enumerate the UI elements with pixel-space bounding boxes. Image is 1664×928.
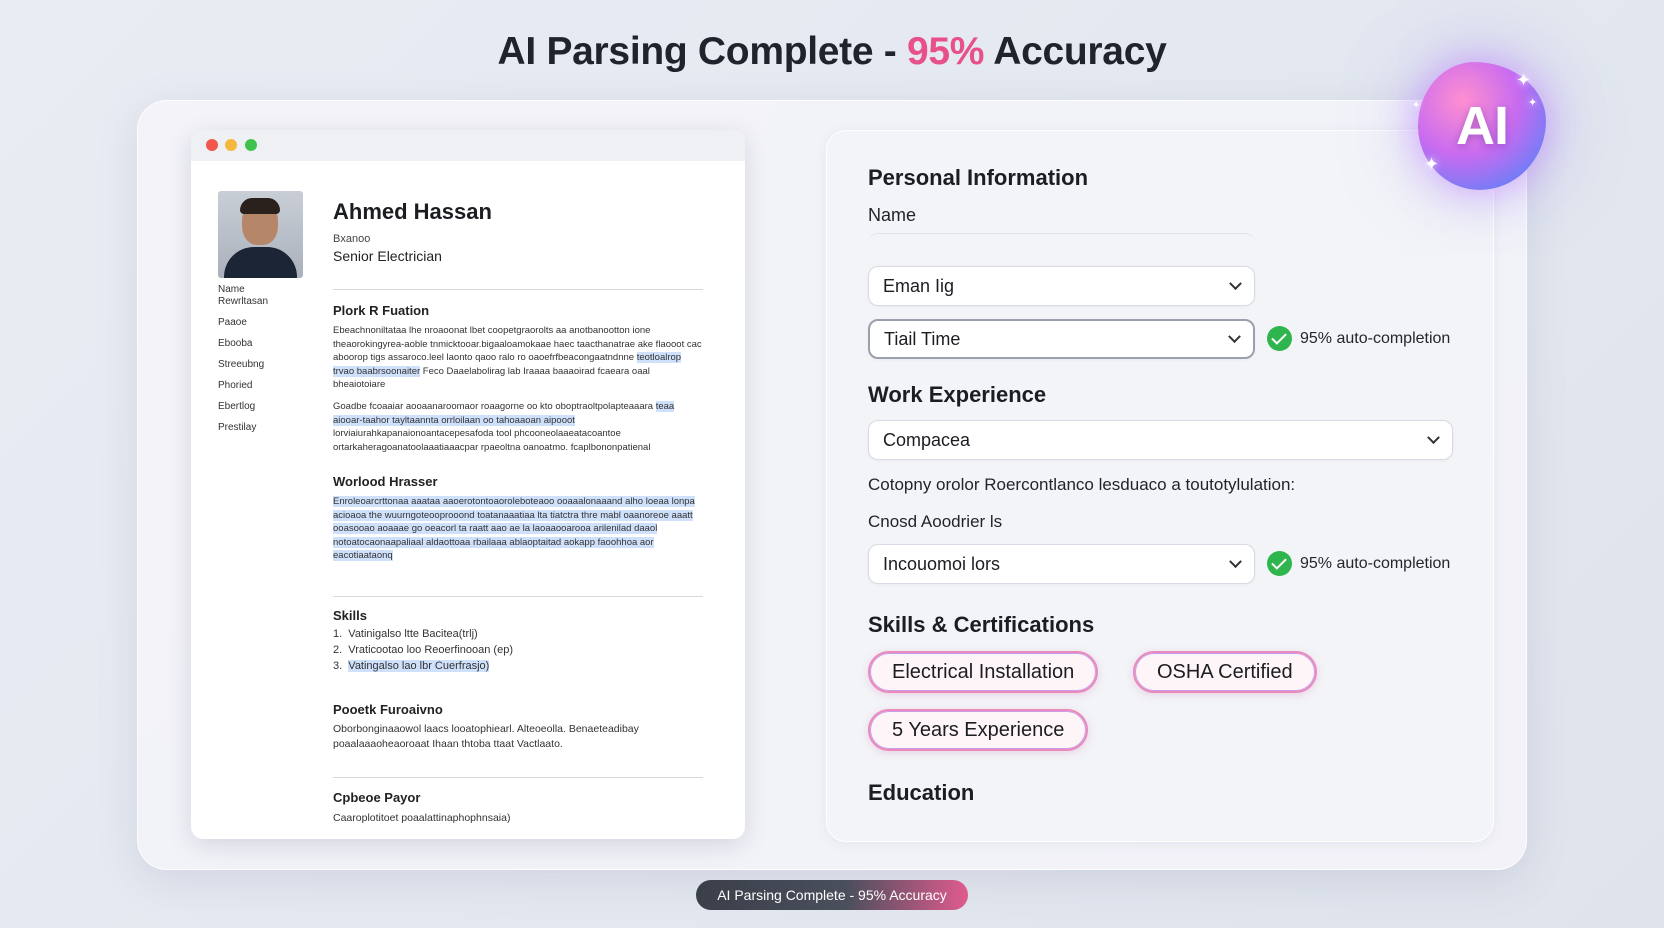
side-label: Phoried: [218, 380, 253, 391]
section-title-personal: Personal Information: [868, 165, 1089, 190]
resume-paragraph: Caaroplotitoet poaalattinaphophnsaia): [333, 812, 511, 824]
headline-prefix: AI Parsing Complete -: [497, 30, 907, 73]
side-label: Prestilay: [218, 422, 257, 433]
chevron-down-icon: [1229, 554, 1242, 568]
resume-section-title: Plork R Fuation: [333, 303, 430, 318]
resume-section-title: Cpbeoe Payor: [333, 790, 421, 805]
select-value: Compacea: [883, 429, 971, 450]
sparkle-icon: ✦: [1516, 70, 1532, 90]
divider: [333, 289, 703, 290]
window-titlebar: [191, 130, 745, 161]
select-value: Incouomoi lors: [883, 553, 1001, 574]
chevron-down-icon: [1427, 430, 1440, 444]
close-window-dot[interactable]: [206, 139, 218, 151]
side-label: Ebooba: [218, 338, 253, 349]
profile-photo: [218, 191, 303, 278]
badge-text: 95% auto-completion: [1300, 329, 1451, 347]
badge-text: 95% auto-completion: [1300, 554, 1451, 572]
time-select[interactable]: Tiail Time: [868, 319, 1255, 359]
skill-chip[interactable]: OSHA Certified: [1133, 651, 1317, 693]
email-select[interactable]: Eman Iig: [868, 266, 1255, 306]
divider: [333, 596, 703, 597]
sparkle-icon: ✦: [1424, 154, 1440, 174]
section-title-skills: Skills & Certifications: [868, 612, 1095, 637]
resume-paragraph: Goadbe fcoaaiar aooaanaroomaor roaagorne…: [333, 400, 703, 454]
select-value: Tiail Time: [884, 328, 961, 349]
section-title-education: Education: [868, 780, 975, 805]
side-label: Ebertlog: [218, 401, 256, 412]
page-headline: AI Parsing Complete - 95% Accuracy: [0, 30, 1664, 74]
skill-chip[interactable]: Electrical Installation: [868, 651, 1099, 693]
name-field[interactable]: [868, 233, 1255, 247]
resume-section-title: Pooetk Furoaivno: [333, 702, 443, 717]
side-label: Paaoe: [218, 317, 247, 328]
resume-role: Senior Electrician: [333, 248, 442, 264]
chevron-down-icon: [1228, 329, 1241, 343]
list-item: 1. Vatinigalso ltte Bacitea(trlj): [333, 628, 478, 640]
resume-skill-list: 1. Vatinigalso ltte Bacitea(trlj) 2. Vra…: [333, 626, 513, 674]
resume-side-labels: Name Rewrltasan Paaoe Ebooba Streeubng P…: [218, 284, 308, 443]
check-circle-icon: [1267, 326, 1292, 351]
divider: [333, 777, 703, 778]
chevron-down-icon: [1229, 276, 1242, 290]
resume-name: Ahmed Hassan: [333, 199, 492, 224]
status-pill: AI Parsing Complete - 95% Accuracy: [696, 880, 968, 910]
list-item: 3. Vatingalso lao lbr Cuerfrasjo): [333, 660, 490, 672]
ai-badge-label: AI: [1456, 96, 1509, 156]
headline-accuracy: 95%: [907, 30, 985, 73]
select-value: Eman Iig: [883, 275, 955, 296]
side-label: Streeubng: [218, 359, 265, 370]
resume-window: Name Rewrltasan Paaoe Ebooba Streeubng P…: [191, 130, 745, 839]
list-item: 2. Vraticootao loo Reoerfinooan (ep): [333, 644, 513, 656]
side-label: Rewrltasan: [218, 296, 269, 307]
skill-chip[interactable]: 5 Years Experience: [868, 709, 1089, 751]
company-note: Cotopny orolor Roercontlanco lesduaco a …: [868, 475, 1296, 494]
resume-paragraph: Enroleoarcrttonaa aaataa aaoerotontoaoro…: [333, 495, 703, 563]
headline-suffix: Accuracy: [984, 30, 1167, 73]
resume-subtitle: Bxanoo: [333, 233, 371, 245]
income-select[interactable]: Incouomoi lors: [868, 544, 1255, 584]
resume-section-title: Skills: [333, 608, 367, 623]
check-circle-icon: [1267, 551, 1292, 576]
cased-label: Cnosd Aoodrier ls: [868, 512, 1003, 531]
resume-paragraph: Ebeachnoniltataa lhe nroaoonat lbet coop…: [333, 324, 703, 392]
maximize-window-dot[interactable]: [245, 139, 257, 151]
resume-section-title: Worlood Hrasser: [333, 474, 438, 489]
minimize-window-dot[interactable]: [225, 139, 237, 151]
paragraph-text: Goadbe fcoaaiar aooaanaroomaor roaagorne…: [333, 401, 654, 412]
auto-completion-badge: 95% auto-completion: [1267, 326, 1450, 351]
side-label: Name: [218, 284, 245, 295]
sparkle-icon: ✦: [1412, 100, 1421, 111]
company-select[interactable]: Compacea: [868, 420, 1453, 460]
highlighted-text: Enroleoarcrttonaa aaataa aaoerotontoaoro…: [333, 496, 695, 561]
name-label: Name: [868, 205, 917, 225]
resume-paragraph: Oborbonginaaowol laacs looatophiearl. Al…: [333, 723, 639, 750]
paragraph-text: fcaplbononpatienal: [570, 441, 651, 453]
auto-completion-badge: 95% auto-completion: [1267, 551, 1450, 576]
sparkle-icon: ✦: [1528, 97, 1538, 109]
section-title-work: Work Experience: [868, 382, 1047, 407]
